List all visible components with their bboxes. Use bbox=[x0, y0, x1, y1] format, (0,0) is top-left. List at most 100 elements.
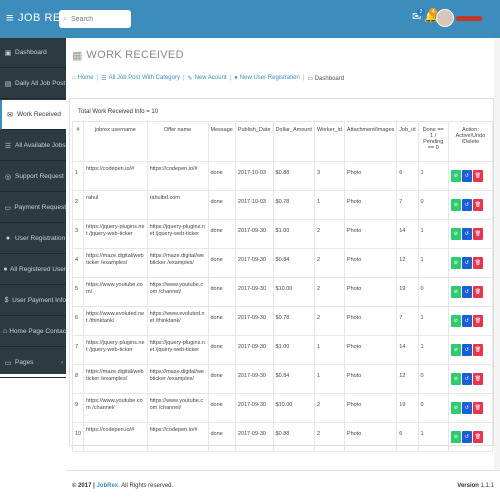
table-cell: $1.00 bbox=[272, 219, 315, 249]
table-cell: 3 bbox=[313, 161, 345, 191]
delete-button[interactable]: 🗑 bbox=[472, 431, 483, 443]
table-cell: $10.00 bbox=[272, 393, 315, 423]
activate-button[interactable]: ⊘ bbox=[450, 257, 461, 269]
delete-button[interactable]: 🗑 bbox=[472, 257, 483, 269]
sidebar-item-all-registered-user[interactable]: ● All Registered User bbox=[0, 255, 66, 285]
search-input[interactable] bbox=[71, 13, 127, 25]
undo-button[interactable]: ↺ bbox=[461, 344, 472, 356]
activate-button[interactable]: ⊘ bbox=[450, 170, 461, 182]
sidebar-item-work-received[interactable]: ✉ Work Received bbox=[0, 100, 66, 130]
page-scrollbar[interactable] bbox=[494, 38, 500, 470]
table-cell: done bbox=[207, 364, 236, 394]
sidebar-item-user-registration[interactable]: ● User Registration bbox=[0, 224, 66, 254]
footer-brand-link[interactable]: JobRex bbox=[96, 483, 118, 489]
table-cell: $1.00 bbox=[272, 335, 315, 365]
table-cell: https://codepen.io/# bbox=[146, 422, 209, 452]
work-received-box: Total Work Received Info = 10 # jobrex us… bbox=[69, 98, 494, 452]
user-name-redacted[interactable] bbox=[456, 16, 482, 21]
column-header: Done == 1 / Pending == 0 bbox=[417, 121, 449, 162]
delete-button[interactable]: 🗑 bbox=[472, 228, 483, 240]
activate-button[interactable]: ⊘ bbox=[450, 199, 461, 211]
table-cell: Photo bbox=[343, 364, 398, 394]
sidebar-item-user-payment-info[interactable]: $ User Payment Info bbox=[0, 286, 66, 316]
sidebar-item-daily-all-job-post[interactable]: ▤ Daily All Job Post bbox=[0, 69, 66, 99]
undo-button[interactable]: ↺ bbox=[461, 373, 472, 385]
undo-button[interactable]: ↺ bbox=[461, 257, 472, 269]
hamburger-menu-icon[interactable]: ≡ bbox=[6, 11, 14, 25]
table-cell: 19 bbox=[396, 277, 419, 307]
page-icon: ▭ bbox=[307, 75, 315, 82]
column-header: Worker_id bbox=[313, 121, 345, 162]
table-cell: 2017-09-30 bbox=[234, 393, 274, 423]
delete-button[interactable]: 🗑 bbox=[472, 286, 483, 298]
table-cell: done bbox=[207, 248, 236, 278]
table-cell: done bbox=[207, 306, 236, 336]
column-header: Dollar_Amount bbox=[272, 121, 315, 162]
sidebar-item-support-request[interactable]: ◎ Support Request bbox=[0, 162, 66, 192]
delete-button[interactable]: 🗑 bbox=[472, 373, 483, 385]
delete-button[interactable]: 🗑 bbox=[472, 199, 483, 211]
breadcrumb-new-account[interactable]: ✎ New Acount bbox=[188, 75, 227, 82]
table-cell: https://maze.digital/webticker /examples… bbox=[146, 364, 209, 394]
undo-button[interactable]: ↺ bbox=[461, 286, 472, 298]
users-icon: ● bbox=[3, 266, 8, 273]
breadcrumb-separator: | bbox=[96, 75, 99, 81]
breadcrumb-new-user-registration[interactable]: ● New User Registration bbox=[234, 75, 300, 81]
action-cell: ⊘ ↺ 🗑 bbox=[447, 277, 494, 307]
table-cell: Photo bbox=[343, 190, 398, 220]
card-icon: ▭ bbox=[4, 204, 11, 212]
table-cell: 2017-09-30 bbox=[234, 422, 274, 452]
action-cell: ⊘ ↺ 🗑 bbox=[447, 393, 494, 423]
table-cell: 7 bbox=[396, 306, 419, 336]
table-cell: 2 bbox=[71, 190, 85, 220]
home-icon: ⌂ bbox=[3, 328, 8, 335]
breadcrumb-current: ▭ Dashboard bbox=[307, 75, 345, 82]
undo-button[interactable]: ↺ bbox=[461, 402, 472, 414]
activate-button[interactable]: ⊘ bbox=[450, 373, 461, 385]
activate-button[interactable]: ⊘ bbox=[450, 431, 461, 443]
table-cell: 12 bbox=[396, 248, 419, 278]
table-cell: 1 bbox=[417, 161, 449, 191]
sidebar-item-pages[interactable]: ▭ Pages › bbox=[0, 348, 66, 378]
table-cell: 9 bbox=[71, 393, 85, 423]
sidebar-item-payment-request[interactable]: ▭ Payment Request bbox=[0, 193, 66, 223]
table-cell: 2017-09-30 bbox=[234, 248, 274, 278]
activate-button[interactable]: ⊘ bbox=[450, 286, 461, 298]
table-cell: done bbox=[207, 393, 236, 423]
table-cell: https://www.youtube.com/ bbox=[83, 277, 148, 307]
search-box[interactable]: ⌕ bbox=[59, 10, 131, 28]
sidebar-item-all-available-jobs[interactable]: ☰ All Available Jobs bbox=[0, 131, 66, 161]
sidebar-item-label: User Payment Info bbox=[12, 297, 66, 304]
undo-button[interactable]: ↺ bbox=[461, 199, 472, 211]
activate-button[interactable]: ⊘ bbox=[450, 402, 461, 414]
table-cell: 1 bbox=[417, 219, 449, 249]
document-icon: ▤ bbox=[4, 80, 12, 88]
undo-button[interactable]: ↺ bbox=[461, 431, 472, 443]
breadcrumb-all-job-post[interactable]: ☰ All Job Post With Category bbox=[101, 75, 180, 82]
sidebar-item-home-page-contact[interactable]: ⌂ Home Page Contact bbox=[0, 317, 68, 347]
sidebar-item-dashboard[interactable]: ▣ Dashboard bbox=[0, 38, 66, 68]
table-cell: 2 bbox=[313, 393, 345, 423]
table-row: 6 https://www.evoluted.net /thinktank/htt… bbox=[71, 306, 494, 336]
activate-button[interactable]: ⊘ bbox=[450, 344, 461, 356]
activate-button[interactable]: ⊘ bbox=[450, 315, 461, 327]
table-cell: $0.84 bbox=[272, 364, 315, 394]
breadcrumb-home[interactable]: ⌂ Home bbox=[72, 75, 94, 81]
delete-button[interactable]: 🗑 bbox=[472, 315, 483, 327]
table-cell: 10 bbox=[71, 422, 85, 452]
table-row: 10 https://codepen.io/# https://codepen.io… bbox=[71, 422, 494, 452]
table-cell: https://jquery-plugins.net /jquery-web-t… bbox=[146, 219, 209, 249]
undo-button[interactable]: ↺ bbox=[461, 170, 472, 182]
undo-button[interactable]: ↺ bbox=[461, 228, 472, 240]
delete-button[interactable]: 🗑 bbox=[472, 170, 483, 182]
user-avatar[interactable] bbox=[436, 9, 454, 27]
delete-button[interactable]: 🗑 bbox=[472, 344, 483, 356]
undo-button[interactable]: ↺ bbox=[461, 315, 472, 327]
column-header: jobrex username bbox=[83, 121, 148, 162]
delete-button[interactable]: 🗑 bbox=[472, 402, 483, 414]
action-cell: ⊘ ↺ 🗑 bbox=[447, 306, 494, 336]
table-cell: 4 bbox=[71, 248, 85, 278]
table-cell: https://codepen.io/# bbox=[83, 422, 148, 452]
activate-button[interactable]: ⊘ bbox=[450, 228, 461, 240]
footer: © 2017 | JobRex. All Rights reserved. Ve… bbox=[66, 470, 500, 500]
